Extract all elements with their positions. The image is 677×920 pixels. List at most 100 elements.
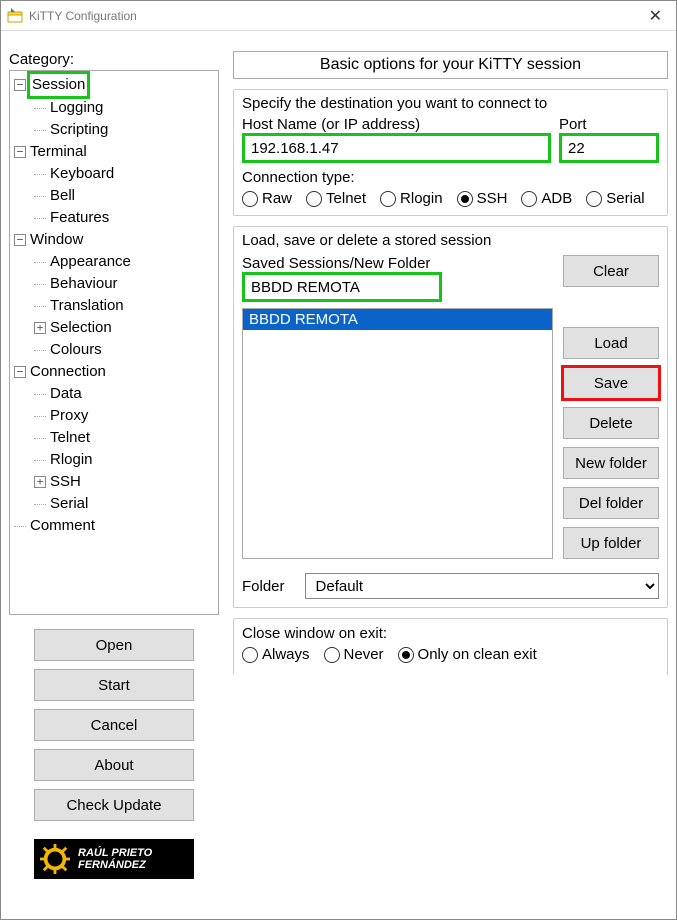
close-on-exit-option[interactable]: Always	[242, 646, 310, 663]
start-button[interactable]: Start	[34, 669, 194, 701]
check-update-button[interactable]: Check Update	[34, 789, 194, 821]
radio-label: Rlogin	[400, 190, 443, 207]
tree-item[interactable]: Proxy	[10, 405, 218, 427]
port-label: Port	[559, 116, 659, 133]
sessions-listbox[interactable]: BBDD REMOTA	[242, 308, 553, 559]
tree-item[interactable]: Data	[10, 383, 218, 405]
destination-group: Specify the destination you want to conn…	[233, 89, 668, 216]
tree-item-label: Translation	[50, 295, 124, 317]
collapse-icon[interactable]: −	[14, 234, 26, 246]
connection-type-option[interactable]: Telnet	[306, 190, 366, 207]
radio-icon	[521, 191, 537, 207]
tree-item-label: Comment	[30, 515, 95, 537]
expand-icon[interactable]: +	[34, 476, 46, 488]
radio-label: Telnet	[326, 190, 366, 207]
delete-button[interactable]: Delete	[563, 407, 659, 439]
close-icon[interactable]: ✕	[641, 4, 670, 28]
category-label: Category:	[9, 51, 219, 68]
session-name-input[interactable]	[242, 272, 442, 302]
title-bar: KiTTY Configuration ✕	[1, 1, 676, 31]
tree-item-label: Serial	[50, 493, 88, 515]
tree-item-label: Proxy	[50, 405, 88, 427]
tree-item[interactable]: −Terminal	[10, 141, 218, 163]
session-list-item[interactable]: BBDD REMOTA	[243, 309, 552, 330]
connection-type-label: Connection type:	[242, 169, 659, 186]
radio-icon	[398, 647, 414, 663]
folder-label: Folder	[242, 578, 285, 595]
clear-button[interactable]: Clear	[563, 255, 659, 287]
connection-type-option[interactable]: Serial	[586, 190, 644, 207]
tree-item[interactable]: Colours	[10, 339, 218, 361]
open-button[interactable]: Open	[34, 629, 194, 661]
tree-item-label: Connection	[30, 361, 106, 383]
app-icon	[7, 8, 23, 24]
folder-select[interactable]: Default	[305, 573, 659, 599]
tree-item-label: Scripting	[50, 119, 108, 141]
host-input[interactable]	[242, 133, 551, 163]
tree-item[interactable]: Telnet	[10, 427, 218, 449]
tree-item[interactable]: Bell	[10, 185, 218, 207]
category-tree[interactable]: −SessionLoggingScripting−TerminalKeyboar…	[9, 70, 219, 615]
del-folder-button[interactable]: Del folder	[563, 487, 659, 519]
radio-label: Raw	[262, 190, 292, 207]
radio-icon	[242, 647, 258, 663]
collapse-icon[interactable]: −	[14, 79, 26, 91]
tree-item[interactable]: Comment	[10, 515, 218, 537]
up-folder-button[interactable]: Up folder	[563, 527, 659, 559]
tree-item[interactable]: Scripting	[10, 119, 218, 141]
tree-item[interactable]: Appearance	[10, 251, 218, 273]
connection-type-option[interactable]: ADB	[521, 190, 572, 207]
tree-item[interactable]: Features	[10, 207, 218, 229]
tree-item[interactable]: −Session	[10, 73, 218, 97]
port-input[interactable]	[559, 133, 659, 163]
save-button[interactable]: Save	[563, 367, 659, 399]
tree-item[interactable]: Keyboard	[10, 163, 218, 185]
logo-line2: FERNÁNDEZ	[78, 859, 152, 871]
close-on-exit-option[interactable]: Only on clean exit	[398, 646, 537, 663]
gear-icon	[40, 844, 70, 874]
tree-item-label: Terminal	[30, 141, 87, 163]
tree-item[interactable]: Serial	[10, 493, 218, 515]
radio-icon	[306, 191, 322, 207]
radio-icon	[380, 191, 396, 207]
radio-label: SSH	[477, 190, 508, 207]
collapse-icon[interactable]: −	[14, 366, 26, 378]
tree-item[interactable]: −Window	[10, 229, 218, 251]
tree-item[interactable]: + SSH	[10, 471, 218, 493]
tree-item-label: Features	[50, 207, 109, 229]
tree-item-label: Selection	[50, 317, 112, 339]
expand-icon[interactable]: +	[34, 322, 46, 334]
destination-group-title: Specify the destination you want to conn…	[242, 95, 659, 112]
sessions-group-title: Load, save or delete a stored session	[242, 232, 659, 249]
tree-item-label: Appearance	[50, 251, 131, 273]
cancel-button[interactable]: Cancel	[34, 709, 194, 741]
tree-item[interactable]: Logging	[10, 97, 218, 119]
brand-logo: RAÚL PRIETO FERNÁNDEZ	[34, 839, 194, 879]
connection-type-option[interactable]: Rlogin	[380, 190, 443, 207]
panel-title: Basic options for your KiTTY session	[233, 51, 668, 79]
connection-type-radios: Raw Telnet Rlogin SSH ADB Serial	[242, 190, 659, 207]
tree-item-label: Session	[27, 71, 90, 99]
tree-item-label: Colours	[50, 339, 102, 361]
tree-item-label: SSH	[50, 471, 81, 493]
close-on-exit-label: Close window on exit:	[242, 625, 659, 642]
tree-item[interactable]: Behaviour	[10, 273, 218, 295]
radio-label: Never	[344, 646, 384, 663]
tree-item[interactable]: −Connection	[10, 361, 218, 383]
about-button[interactable]: About	[34, 749, 194, 781]
close-on-exit-option[interactable]: Never	[324, 646, 384, 663]
tree-item-label: Bell	[50, 185, 75, 207]
tree-item[interactable]: Translation	[10, 295, 218, 317]
collapse-icon[interactable]: −	[14, 146, 26, 158]
connection-type-option[interactable]: Raw	[242, 190, 292, 207]
sessions-group: Load, save or delete a stored session Sa…	[233, 226, 668, 608]
load-button[interactable]: Load	[563, 327, 659, 359]
close-on-exit-group: Close window on exit: Always Never Only on…	[233, 618, 668, 675]
tree-item[interactable]: + Selection	[10, 317, 218, 339]
tree-item-label: Telnet	[50, 427, 90, 449]
tree-item[interactable]: Rlogin	[10, 449, 218, 471]
new-folder-button[interactable]: New folder	[563, 447, 659, 479]
connection-type-option[interactable]: SSH	[457, 190, 508, 207]
tree-item-label: Behaviour	[50, 273, 118, 295]
radio-icon	[324, 647, 340, 663]
